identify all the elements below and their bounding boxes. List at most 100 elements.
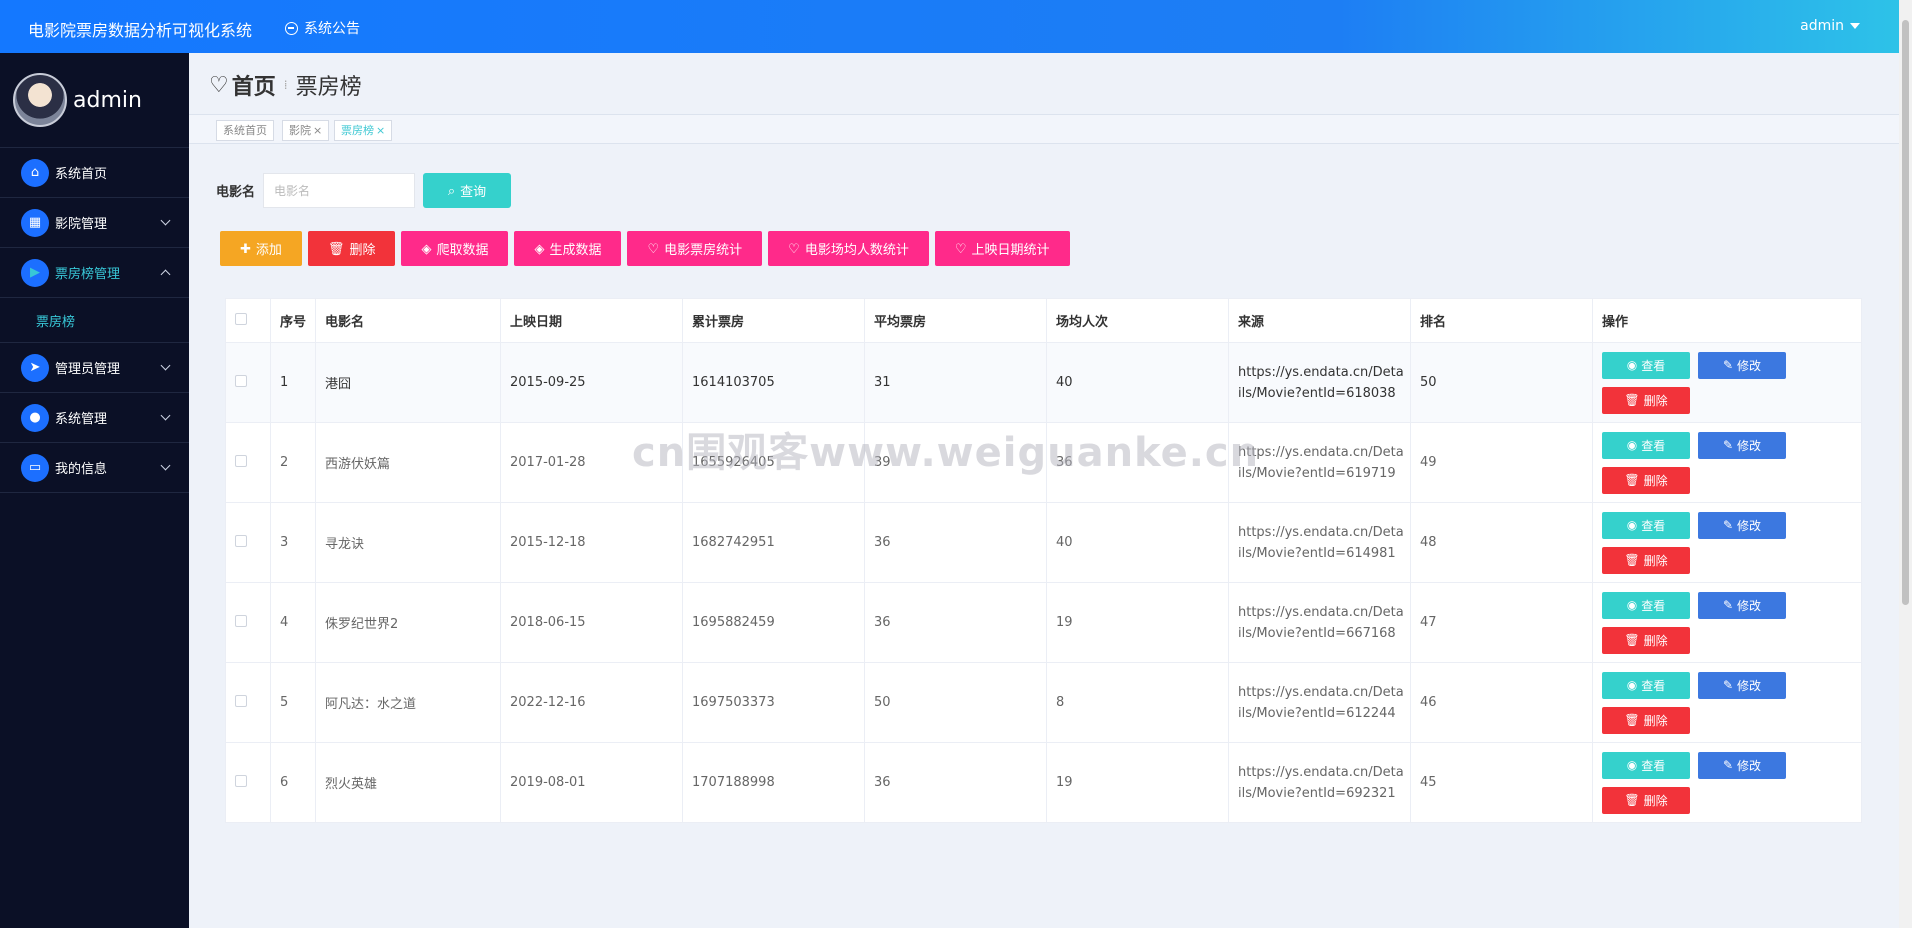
- app-title: 电影院票房数据分析可视化系统: [28, 21, 253, 40]
- scrollbar-thumb[interactable]: [1902, 20, 1909, 605]
- header-select-all[interactable]: [225, 298, 271, 343]
- breadcrumb-current: 票房榜: [295, 75, 362, 100]
- row-select[interactable]: [225, 502, 271, 583]
- checkbox[interactable]: [235, 774, 247, 787]
- cell-attendance: 19: [1046, 742, 1229, 823]
- caret-down-icon: [1850, 23, 1860, 29]
- generate-button-label: 生成数据: [549, 242, 602, 257]
- heart-icon: ♡: [209, 72, 229, 98]
- sidebar-profile: admin: [0, 53, 189, 148]
- tab-home[interactable]: 系统首页: [216, 120, 274, 141]
- sidebar-item-profile[interactable]: ▭ 我的信息: [0, 443, 189, 493]
- cell-avg-boxoffice: 36: [864, 742, 1047, 823]
- release-date-stat-button[interactable]: ♡ 上映日期统计: [934, 231, 1070, 266]
- row-delete-button-label: 删除: [1643, 633, 1668, 648]
- row-select[interactable]: [225, 662, 271, 743]
- edit-button[interactable]: ✎ 修改: [1698, 671, 1786, 699]
- trash-icon: 🗑: [1624, 713, 1640, 727]
- breadcrumb-home[interactable]: 首页: [232, 69, 276, 101]
- edit-button[interactable]: ✎ 修改: [1698, 351, 1786, 379]
- view-button[interactable]: ◉ 查看: [1602, 591, 1690, 619]
- eye-icon: ◉: [1626, 438, 1638, 452]
- row-select[interactable]: [225, 742, 271, 823]
- chevron-down-icon: [160, 460, 171, 471]
- checkbox[interactable]: [235, 454, 247, 467]
- scrollbar[interactable]: [1899, 0, 1912, 928]
- edit-button[interactable]: ✎ 修改: [1698, 751, 1786, 779]
- view-button[interactable]: ◉ 查看: [1602, 511, 1690, 539]
- row-delete-button[interactable]: 🗑 删除: [1602, 546, 1690, 574]
- row-delete-button[interactable]: 🗑 删除: [1602, 786, 1690, 814]
- view-button-label: 查看: [1641, 758, 1666, 773]
- tab-label: 票房榜: [341, 124, 374, 137]
- table-row: 4 侏罗纪世界2 2018-06-15 1695882459 36 19 https://y…: [225, 582, 1862, 663]
- row-select[interactable]: [225, 422, 271, 503]
- cell-avg-boxoffice: 36: [864, 502, 1047, 583]
- edit-button[interactable]: ✎ 修改: [1698, 511, 1786, 539]
- generate-data-button[interactable]: ◈ 生成数据: [514, 231, 622, 266]
- cell-actions: ◉ 查看 ✎ 修改 🗑 删除: [1592, 582, 1862, 663]
- trash-icon: 🗑: [1624, 793, 1640, 807]
- edit-button-label: 修改: [1737, 598, 1762, 613]
- cell-release-date: 2019-08-01: [500, 742, 683, 823]
- cell-actions: ◉ 查看 ✎ 修改 🗑 删除: [1592, 342, 1862, 423]
- edit-button[interactable]: ✎ 修改: [1698, 431, 1786, 459]
- cell-release-date: 2022-12-16: [500, 662, 683, 743]
- attendance-stat-label: 电影场均人数统计: [804, 242, 909, 257]
- sidebar-item-label: 管理员管理: [55, 362, 121, 377]
- close-icon[interactable]: ×: [376, 124, 385, 137]
- row-delete-button[interactable]: 🗑 删除: [1602, 626, 1690, 654]
- checkbox[interactable]: [235, 694, 247, 707]
- search-input[interactable]: [263, 173, 416, 208]
- edit-button-label: 修改: [1737, 758, 1762, 773]
- row-delete-button-label: 删除: [1643, 713, 1668, 728]
- user-dropdown[interactable]: admin: [1800, 18, 1860, 34]
- cell-avg-boxoffice: 36: [864, 582, 1047, 663]
- cell-total-boxoffice: 1614103705: [682, 342, 865, 423]
- cell-rank: 46: [1410, 662, 1593, 743]
- boxoffice-stat-button[interactable]: ♡ 电影票房统计: [627, 231, 763, 266]
- view-button[interactable]: ◉ 查看: [1602, 671, 1690, 699]
- row-delete-button[interactable]: 🗑 删除: [1602, 466, 1690, 494]
- table-row: 1 港囧 2015-09-25 1614103705 31 40 https://ys.en…: [225, 342, 1862, 423]
- view-button[interactable]: ◉ 查看: [1602, 351, 1690, 379]
- delete-button[interactable]: 🗑 删除: [307, 231, 396, 266]
- notice-label: 系统公告: [304, 21, 360, 37]
- row-delete-button-label: 删除: [1643, 473, 1668, 488]
- sidebar-item-admin[interactable]: ➤ 管理员管理: [0, 343, 189, 393]
- view-button[interactable]: ◉ 查看: [1602, 751, 1690, 779]
- sidebar-item-cinema[interactable]: ▦ 影院管理: [0, 198, 189, 248]
- sidebar-item-label: 影院管理: [55, 217, 108, 232]
- attendance-stat-button[interactable]: ♡ 电影场均人数统计: [768, 231, 929, 266]
- sidebar-subitem-boxoffice-list[interactable]: 票房榜: [0, 298, 189, 343]
- cell-attendance: 19: [1046, 582, 1229, 663]
- crawl-button-label: 爬取数据: [436, 242, 489, 257]
- sidebar-item-home[interactable]: ⌂ 系统首页: [0, 148, 189, 198]
- notice-icon: [285, 21, 298, 35]
- add-button[interactable]: ✚ 添加: [220, 231, 302, 266]
- sidebar-item-system[interactable]: ● 系统管理: [0, 393, 189, 443]
- cell-avg-boxoffice: 31: [864, 342, 1047, 423]
- checkbox[interactable]: [235, 614, 247, 627]
- row-select[interactable]: [225, 582, 271, 663]
- send-icon: ➤: [21, 353, 49, 382]
- row-delete-button[interactable]: 🗑 删除: [1602, 386, 1690, 414]
- edit-button[interactable]: ✎ 修改: [1698, 591, 1786, 619]
- crawl-data-button[interactable]: ◈ 爬取数据: [401, 231, 509, 266]
- row-select[interactable]: [225, 342, 271, 423]
- tab-boxoffice[interactable]: 票房榜 ×: [334, 120, 393, 141]
- cell-no: 6: [270, 742, 316, 823]
- close-icon[interactable]: ×: [313, 124, 322, 137]
- system-notice-link[interactable]: 系统公告: [285, 18, 360, 38]
- tab-cinema[interactable]: 影院 ×: [282, 120, 330, 141]
- cell-source: https://ys.endata.cn/Details/Movie?entId…: [1228, 342, 1411, 423]
- sidebar-subitem-label: 票房榜: [36, 314, 76, 330]
- cell-release-date: 2017-01-28: [500, 422, 683, 503]
- sidebar-item-boxoffice[interactable]: ▶ 票房榜管理: [0, 248, 189, 298]
- row-delete-button[interactable]: 🗑 删除: [1602, 706, 1690, 734]
- checkbox[interactable]: [235, 312, 247, 325]
- checkbox[interactable]: [235, 534, 247, 547]
- view-button[interactable]: ◉ 查看: [1602, 431, 1690, 459]
- query-button[interactable]: ⌕ 查询: [423, 173, 512, 208]
- checkbox[interactable]: [235, 374, 247, 387]
